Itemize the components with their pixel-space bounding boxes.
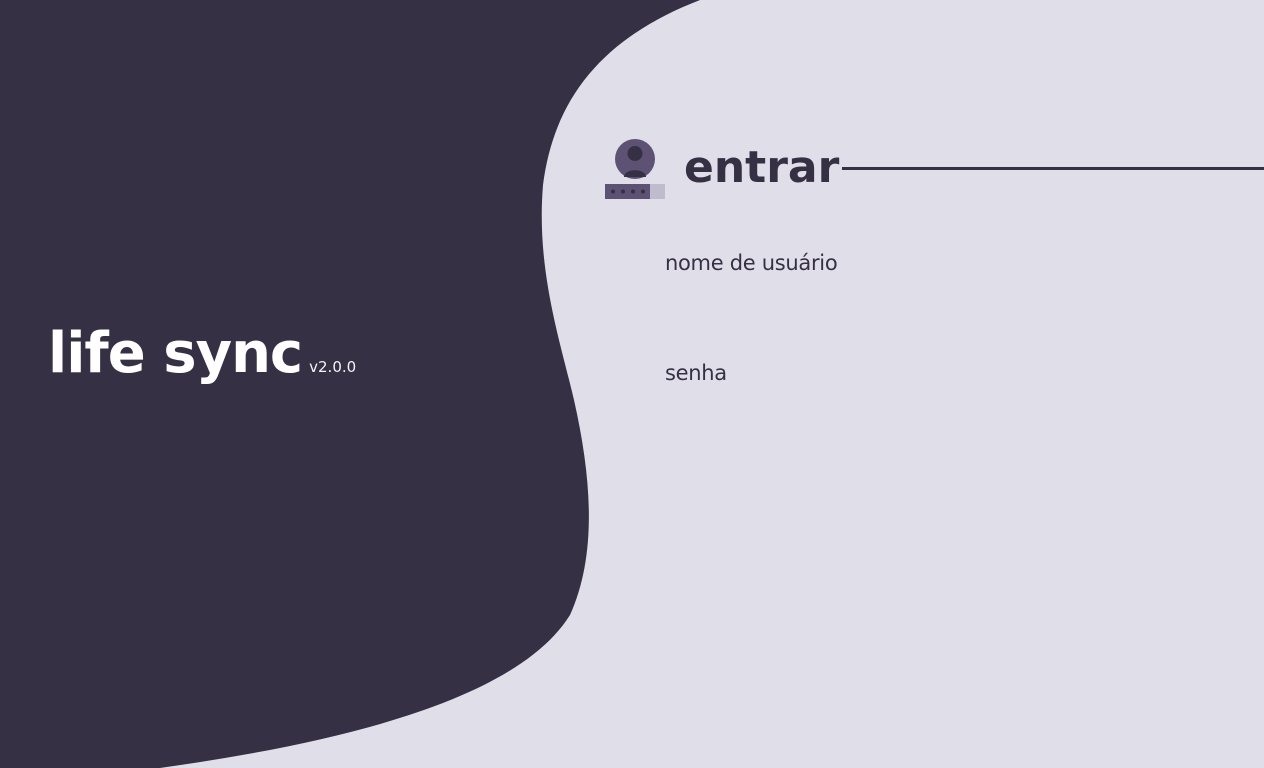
login-title: entrar xyxy=(684,142,840,193)
app-version: v2.0.0 xyxy=(309,358,357,376)
username-field-group: nome de usuário xyxy=(665,249,1225,311)
password-input[interactable] xyxy=(665,391,1205,421)
user-password-icon xyxy=(605,139,665,199)
password-label: senha xyxy=(665,361,727,385)
password-field-group: senha xyxy=(665,359,1225,421)
username-label: nome de usuário xyxy=(665,251,838,275)
login-header: entrar xyxy=(604,136,1264,202)
app-name: life sync xyxy=(48,321,303,386)
username-input[interactable] xyxy=(665,281,1205,311)
app-brand: life sync v2.0.0 xyxy=(48,326,356,382)
header-divider xyxy=(842,167,1264,170)
